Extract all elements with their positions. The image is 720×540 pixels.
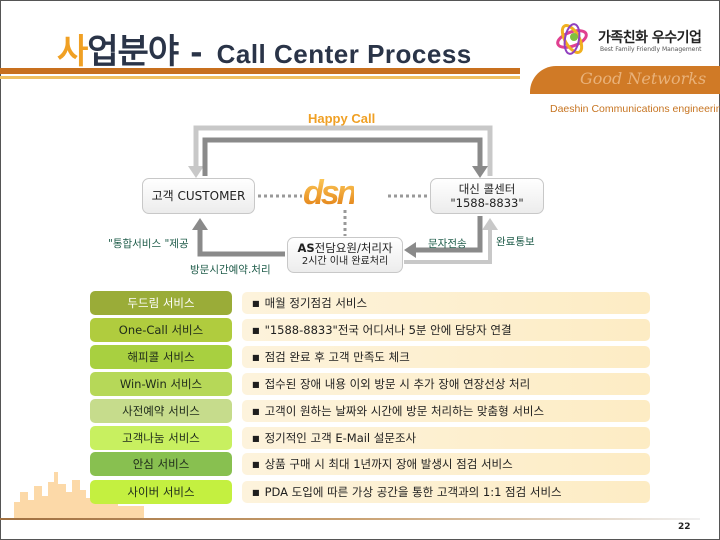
title-korean: 사업분야 [57, 24, 179, 73]
sms-label: 문자전송 [428, 238, 467, 250]
service-description-text: 접수된 장애 내용 이외 방문 시 추가 장애 연장선상 처리 [264, 377, 531, 391]
service-name: 해피콜 서비스 [90, 345, 232, 369]
title-korean-rest: 업분야 [87, 32, 179, 72]
bullet-icon: ■ [252, 353, 260, 362]
service-name: 안심 서비스 [90, 452, 232, 476]
service-name: One-Call 서비스 [90, 318, 232, 342]
customer-node: 고객 CUSTOMER [142, 178, 255, 214]
title-underline-secondary [0, 76, 520, 79]
service-description: ■ 점검 완료 후 고객 만족도 체크 [242, 346, 650, 368]
service-row: 사전예약 서비스 ■ 고객이 원하는 날짜와 시간에 방문 처리하는 맞춤형 서비… [90, 399, 650, 423]
service-row: 두드림 서비스 ■ 매월 정기점검 서비스 [90, 291, 650, 315]
family-friendly-subtitle: Best Family Friendly Management [600, 46, 702, 53]
bullet-icon: ■ [252, 380, 260, 389]
service-description-text: 정기적인 고객 E-Mail 설문조사 [264, 431, 417, 445]
title-underline-primary [0, 68, 520, 74]
bullet-icon: ■ [252, 407, 260, 416]
completion-notice-label: 완료통보 [496, 236, 535, 248]
title-english: Call Center Process [216, 39, 472, 69]
company-name: Daeshin Communications engineering [550, 103, 720, 115]
page-title: 사업분야 - Call Center Process [57, 24, 472, 72]
bullet-icon: ■ [252, 460, 260, 469]
service-description: ■ 상품 구매 시 최대 1년까지 장애 발생시 점검 서비스 [242, 453, 650, 475]
bullet-icon: ■ [252, 488, 260, 497]
service-row: 안심 서비스 ■ 상품 구매 시 최대 1년까지 장애 발생시 점검 서비스 [90, 452, 650, 476]
happy-call-label: Happy Call [308, 111, 376, 126]
service-description: ■ 정기적인 고객 E-Mail 설문조사 [242, 427, 650, 449]
service-description: ■ 접수된 장애 내용 이외 방문 시 추가 장애 연장선상 처리 [242, 373, 650, 395]
service-name: 고객나눔 서비스 [90, 426, 232, 450]
as-staff-title: AS전담요원/처리자 [288, 241, 402, 255]
good-networks-logo: Good Networks [580, 69, 707, 88]
service-description-text: 점검 완료 후 고객 만족도 체크 [264, 350, 410, 364]
call-center-node: 대신 콜센터 "1588-8833" [430, 178, 544, 214]
bullet-icon: ■ [252, 434, 260, 443]
family-friendly-title: 가족친화 우수기업 [598, 30, 702, 46]
footer-divider [0, 518, 700, 520]
service-name: 사전예약 서비스 [90, 399, 232, 423]
service-row: Win-Win 서비스 ■ 접수된 장애 내용 이외 방문 시 추가 장애 연장선… [90, 372, 650, 396]
page-number: 22 [678, 522, 691, 532]
service-description-text: 고객이 원하는 날짜와 시간에 방문 처리하는 맞춤형 서비스 [264, 404, 545, 418]
visit-reservation-label: 방문시간예약.처리 [190, 264, 271, 276]
as-staff-node: AS전담요원/처리자 2시간 이내 완료처리 [287, 237, 403, 273]
service-name: 사이버 서비스 [90, 480, 232, 504]
service-description: ■ "1588-8833"전국 어디서나 5분 안에 담당자 연결 [242, 319, 650, 341]
service-description-text: 상품 구매 시 최대 1년까지 장애 발생시 점검 서비스 [264, 457, 513, 471]
service-row: 해피콜 서비스 ■ 점검 완료 후 고객 만족도 체크 [90, 345, 650, 369]
service-name: Win-Win 서비스 [90, 372, 232, 396]
service-row: 고객나눔 서비스 ■ 정기적인 고객 E-Mail 설문조사 [90, 426, 650, 450]
service-description: ■ 고객이 원하는 날짜와 시간에 방문 처리하는 맞춤형 서비스 [242, 400, 650, 422]
title-accent-char: 사 [57, 32, 88, 72]
service-description-text: PDA 도입에 따른 가상 공간을 통한 고객과의 1:1 점검 서비스 [264, 485, 562, 499]
service-name: 두드림 서비스 [90, 291, 232, 315]
as-staff-role: 전담요원/처리자 [314, 241, 393, 255]
family-friendly-logo-icon [556, 23, 588, 55]
service-row: One-Call 서비스 ■ "1588-8833"전국 어디서나 5분 안에 담… [90, 318, 650, 342]
dsn-logo: dsn [303, 174, 357, 212]
as-bold: AS [297, 241, 315, 255]
service-description-text: 매월 정기점검 서비스 [264, 296, 368, 310]
title-dash: - [190, 36, 203, 71]
call-center-number: "1588-8833" [450, 196, 524, 210]
as-staff-sla: 2시간 이내 완료처리 [301, 256, 389, 267]
bullet-icon: ■ [252, 299, 260, 308]
service-description-text: "1588-8833"전국 어디서나 5분 안에 담당자 연결 [264, 323, 512, 337]
service-row: 사이버 서비스 ■ PDA 도입에 따른 가상 공간을 통한 고객과의 1:1 점… [90, 480, 650, 504]
integrated-service-label: "통합서비스 "제공 [108, 238, 189, 250]
service-description: ■ PDA 도입에 따른 가상 공간을 통한 고객과의 1:1 점검 서비스 [242, 481, 650, 503]
service-description: ■ 매월 정기점검 서비스 [242, 292, 650, 314]
call-center-name: 대신 콜센터 [458, 182, 516, 196]
bullet-icon: ■ [252, 326, 260, 335]
